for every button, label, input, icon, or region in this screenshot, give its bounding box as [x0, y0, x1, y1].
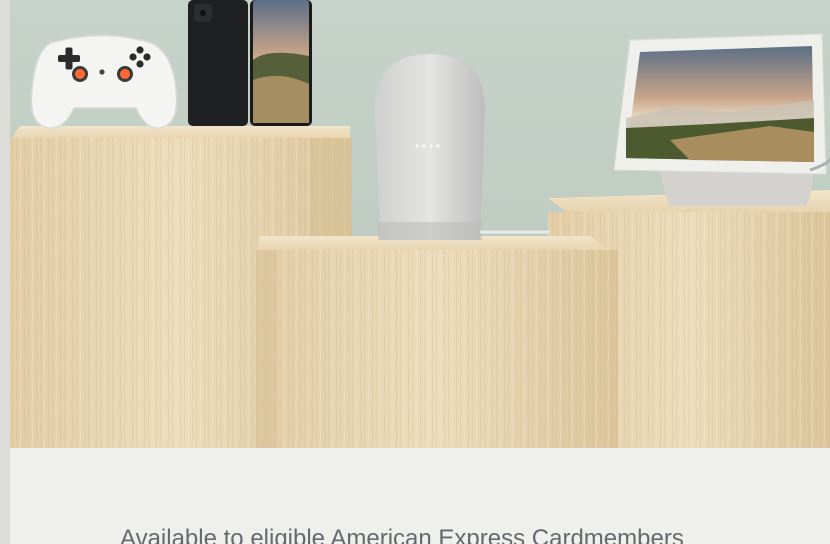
wood-pillar-middle	[256, 236, 618, 448]
left-rail	[0, 0, 10, 544]
caption-area: Available to eligible American Express C…	[10, 448, 830, 544]
promo-caption: Available to eligible American Express C…	[120, 525, 684, 544]
smartphone-icon	[188, 0, 312, 126]
hero-banner	[10, 0, 830, 448]
